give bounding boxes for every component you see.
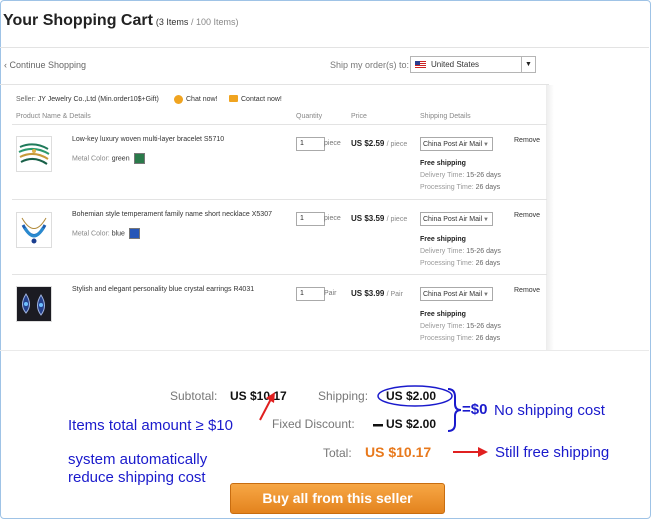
right-arrow-icon xyxy=(453,447,488,457)
items-total-note: Items total amount ≥ $10 xyxy=(68,417,233,434)
still-free-note: Still free shipping xyxy=(495,444,610,461)
system-note-line1: system automatically xyxy=(68,451,208,468)
system-note-line2: reduce shipping cost xyxy=(68,469,206,486)
brace-icon xyxy=(377,385,462,432)
up-arrow-icon xyxy=(259,392,275,421)
equals-zero-note: =$0 xyxy=(462,401,488,418)
no-shipping-cost-note: No shipping cost xyxy=(494,402,605,419)
annotation-overlay xyxy=(259,385,488,457)
